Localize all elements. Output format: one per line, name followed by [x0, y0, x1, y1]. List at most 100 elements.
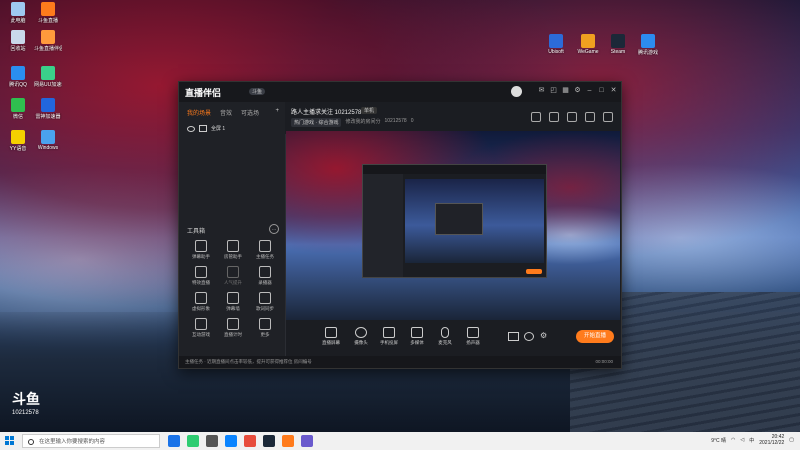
wegame-icon: [581, 34, 595, 48]
danmu-icon: [195, 240, 207, 252]
control-screen[interactable]: 直播屏幕: [318, 327, 344, 346]
edge-icon[interactable]: [225, 435, 237, 447]
desktop-icon[interactable]: 网易UU加速器: [34, 66, 62, 88]
stream-preview[interactable]: [286, 131, 620, 320]
titlebar[interactable]: 直播伴侣 斗鱼 ✉ ◰ ▦ ⚙ – □ ✕: [179, 82, 621, 102]
gift-icon[interactable]: ◰: [550, 87, 557, 94]
tool-more[interactable]: 更多: [249, 318, 281, 338]
lock-icon[interactable]: [549, 112, 559, 122]
notification-icon[interactable]: ▢: [789, 437, 794, 443]
gear-icon[interactable]: ⚙: [540, 331, 547, 340]
status-bar: 主播任务 · 近期直播间点击率较低，提升可获得推荐位 房间编号 00:00:00: [179, 356, 621, 368]
tool-danmu[interactable]: 弹幕助手: [185, 240, 217, 260]
volume-icon[interactable]: ◁: [740, 437, 744, 443]
douyu-icon[interactable]: [282, 435, 294, 447]
room-category[interactable]: 热门游戏 · 综合游戏: [291, 118, 342, 127]
room-pick[interactable]: 修改我的房间分: [345, 118, 380, 127]
start-live-button[interactable]: 开始直播: [576, 330, 614, 343]
control-media[interactable]: 多媒体: [404, 327, 430, 346]
app-icon[interactable]: [244, 435, 256, 447]
search-input[interactable]: 在这里输入你要搜索的内容: [22, 434, 160, 448]
tool-tasks[interactable]: 主播任务: [249, 240, 281, 260]
maximize-icon[interactable]: □: [598, 87, 605, 94]
tencent-games-icon: [641, 34, 655, 48]
user-icon: [227, 240, 239, 252]
more-icon[interactable]: …: [269, 224, 279, 234]
room-tag[interactable]: 单机: [361, 107, 378, 114]
eye-icon[interactable]: [187, 125, 195, 132]
media-icon: [411, 327, 423, 338]
room-id: 10212578: [384, 118, 407, 124]
steam-icon: [611, 34, 625, 48]
minimize-icon[interactable]: –: [586, 87, 593, 94]
desktop-icon[interactable]: WeGame: [574, 34, 602, 55]
tool-room-admin[interactable]: 房管助手: [217, 240, 249, 260]
brand-badge: 斗鱼: [249, 88, 266, 95]
scene-name: 全屏 1: [211, 126, 226, 132]
tool-popularity[interactable]: 人气提升: [217, 266, 249, 286]
room-title[interactable]: 路人主播求关注 10212578: [291, 107, 361, 116]
tool-danmu-wall[interactable]: 弹幕墙: [217, 292, 249, 312]
add-scene-button[interactable]: +: [275, 108, 279, 117]
sidebar: 我的场景 音效 可选场 + 全屏 1 工具箱 … 弹幕助手 房管助手 主播任务 …: [179, 102, 286, 368]
control-mic[interactable]: 麦克风: [432, 327, 458, 346]
control-speaker[interactable]: 扬声器: [460, 327, 486, 346]
desktop-icon[interactable]: 雷神加速器: [34, 98, 62, 120]
ubisoft-icon: [549, 34, 563, 48]
app-icon[interactable]: [206, 435, 218, 447]
desktop-icon[interactable]: YY语音: [4, 130, 32, 152]
clock[interactable]: 20:42 2021/12/22: [759, 434, 784, 446]
desktop-icon[interactable]: 斗鱼直播: [34, 2, 62, 24]
room-info: 路人主播求关注 10212578 单机 热门游戏 · 综合游戏 修改我的房间分 …: [285, 102, 621, 134]
desktop-icon[interactable]: 腾讯QQ: [4, 66, 32, 88]
scene-tabs: 我的场景 音效 可选场 +: [179, 102, 285, 121]
wechat-icon: [11, 98, 25, 112]
share-screen-icon[interactable]: [531, 112, 541, 122]
desktop-icon[interactable]: 回收站: [4, 30, 32, 52]
record-icon: [259, 266, 271, 278]
grid-icon[interactable]: ▦: [562, 87, 569, 94]
tool-recorder[interactable]: 录播器: [249, 266, 281, 286]
tool-timer[interactable]: 直播计时: [217, 318, 249, 338]
desktop-icon[interactable]: 微信: [4, 98, 32, 120]
avatar[interactable]: [511, 86, 522, 97]
bell-icon[interactable]: [585, 112, 595, 122]
desktop-icon[interactable]: 斗鱼直播伴侣: [34, 30, 62, 52]
control-phone-cast[interactable]: 手机投屏: [376, 327, 402, 346]
tab-optional[interactable]: 可选场: [241, 108, 259, 117]
share-icon[interactable]: [603, 112, 613, 122]
ime-indicator[interactable]: 中: [749, 437, 754, 444]
tab-sound[interactable]: 音效: [220, 108, 232, 117]
app-icon[interactable]: [301, 435, 313, 447]
weather[interactable]: 9°C 晴: [711, 437, 726, 444]
start-button[interactable]: [5, 436, 15, 446]
app-icon[interactable]: [187, 435, 199, 447]
task-view-icon[interactable]: [168, 435, 180, 447]
desktop-icon[interactable]: 此电脑: [4, 2, 32, 24]
message-icon[interactable]: ✉: [538, 87, 545, 94]
eye-icon[interactable]: [524, 332, 534, 341]
tool-games[interactable]: 互动游戏: [185, 318, 217, 338]
tool-avatar[interactable]: 虚拟形象: [185, 292, 217, 312]
fans-count: 0: [410, 118, 414, 124]
system-tray: 9°C 晴 ◠ ◁ 中 20:42 2021/12/22 ▢: [711, 434, 794, 446]
desktop-icon[interactable]: Windows: [34, 130, 62, 151]
settings-icon[interactable]: ⚙: [574, 87, 581, 94]
scene-item[interactable]: 全屏 1: [179, 121, 285, 136]
tools-grid: 弹幕助手 房管助手 主播任务 特效直播 人气提升 录播器 虚拟形象 弹幕墙 歌词…: [185, 240, 281, 338]
control-camera[interactable]: 摄像头: [348, 327, 374, 346]
desktop-icon[interactable]: Steam: [604, 34, 632, 55]
close-icon[interactable]: ✕: [610, 87, 617, 94]
clipboard-icon: [259, 240, 271, 252]
video-icon[interactable]: [508, 332, 519, 341]
tool-effects[interactable]: 特效直播: [185, 266, 217, 286]
desktop-icon[interactable]: 腾讯游戏: [634, 34, 662, 56]
desktop-icon[interactable]: Ubisoft: [542, 34, 570, 55]
phone-cast-icon: [383, 327, 395, 338]
window-icon[interactable]: [567, 112, 577, 122]
steam-icon[interactable]: [263, 435, 275, 447]
yy-icon: [11, 130, 25, 144]
tool-lyrics[interactable]: 歌词同步: [249, 292, 281, 312]
tab-my-scenes[interactable]: 我的场景: [187, 108, 211, 117]
wifi-icon[interactable]: ◠: [731, 437, 735, 443]
